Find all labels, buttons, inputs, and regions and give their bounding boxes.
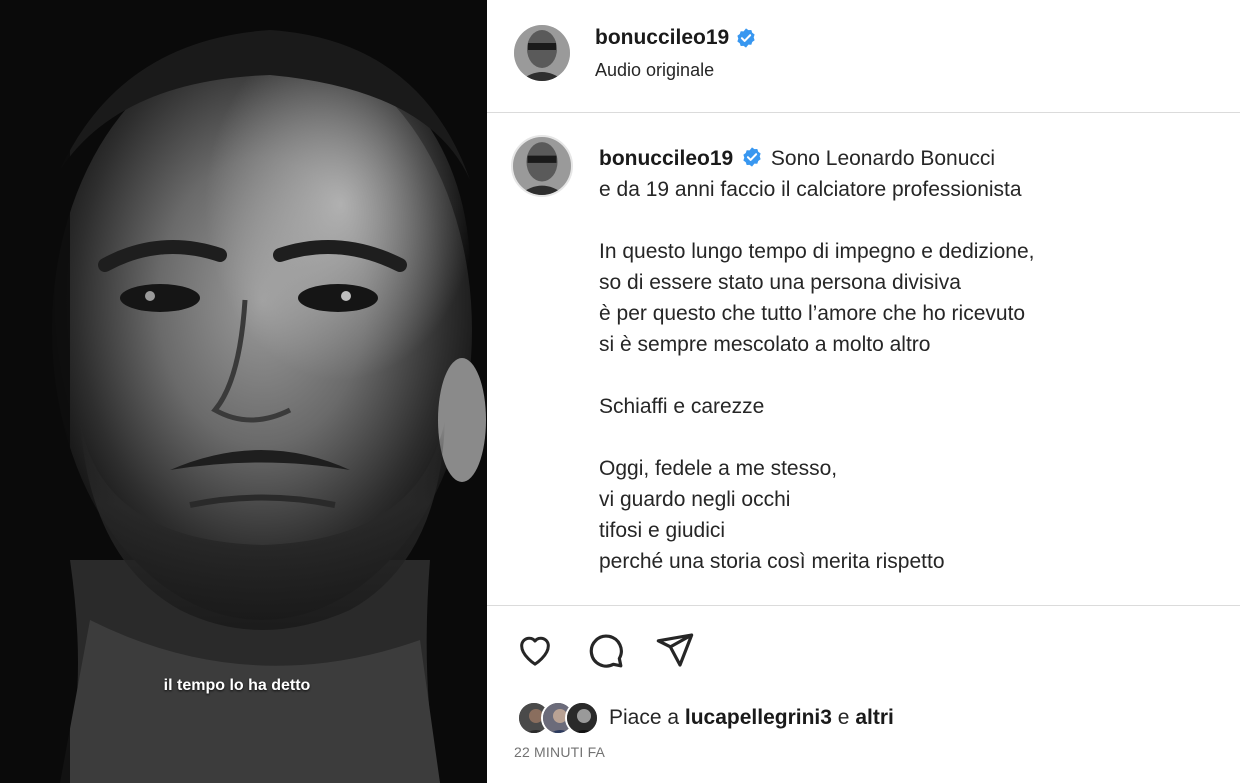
comment-button[interactable] bbox=[584, 629, 626, 671]
caption-username[interactable]: bonuccileo19 bbox=[599, 147, 733, 170]
caption-line: Sono Leonardo Bonucci bbox=[770, 147, 996, 170]
likes-prefix: Piace a bbox=[609, 706, 680, 729]
share-icon bbox=[656, 633, 694, 667]
likes-others-link[interactable]: altri bbox=[855, 706, 894, 729]
likes-summary: Piace a lucapellegrini3 e altri bbox=[609, 706, 894, 730]
post-media[interactable]: il tempo lo ha detto bbox=[0, 0, 487, 783]
caption-line: è per questo che tutto l’amore che ho ri… bbox=[599, 302, 1026, 325]
post-header: bonuccileo19 Audio originale bbox=[487, 0, 1240, 113]
caption-line: si è sempre mescolato a molto altro bbox=[599, 333, 931, 356]
caption-line: so di essere stato una persona divisiva bbox=[599, 271, 961, 294]
video-subtitle: il tempo lo ha detto bbox=[163, 677, 311, 694]
share-button[interactable] bbox=[654, 629, 696, 671]
likes-row: Piace a lucapellegrini3 e altri bbox=[517, 700, 894, 736]
caption-line: Schiaffi e carezze bbox=[599, 395, 765, 418]
liker-avatar bbox=[565, 701, 599, 735]
liker-avatars[interactable] bbox=[517, 701, 599, 735]
header-username[interactable]: bonuccileo19 bbox=[595, 26, 757, 50]
verified-badge-icon bbox=[743, 147, 761, 167]
caption-section: bonuccileo19 Sono Leonardo Bonucci e da … bbox=[487, 113, 1240, 606]
liker-username[interactable]: lucapellegrini3 bbox=[685, 706, 832, 729]
comment-icon bbox=[589, 634, 623, 668]
username-text[interactable]: bonuccileo19 bbox=[595, 26, 729, 50]
post-details-panel: bonuccileo19 Audio originale bonuccileo1… bbox=[487, 0, 1240, 783]
caption-line: tifosi e giudici bbox=[599, 519, 726, 542]
caption-avatar[interactable] bbox=[511, 135, 573, 197]
portrait-image bbox=[0, 0, 487, 783]
caption-line: Oggi, fedele a me stesso, bbox=[599, 457, 838, 480]
caption-text: bonuccileo19 Sono Leonardo Bonucci e da … bbox=[599, 143, 1219, 577]
caption-line: In questo lungo tempo di impegno e dediz… bbox=[599, 240, 1035, 263]
caption-line: vi guardo negli occhi bbox=[599, 488, 791, 511]
likes-joiner: e bbox=[837, 706, 850, 729]
caption-line: perché una storia così merita rispetto bbox=[599, 550, 945, 573]
heart-icon bbox=[520, 636, 550, 666]
avatar[interactable] bbox=[514, 25, 570, 81]
audio-link[interactable]: Audio originale bbox=[595, 60, 714, 81]
post-timestamp[interactable]: 22 MINUTI FA bbox=[514, 744, 605, 760]
caption-line: e da 19 anni faccio il calciatore profes… bbox=[599, 178, 1022, 201]
like-button[interactable] bbox=[514, 629, 556, 671]
verified-badge-icon bbox=[737, 28, 755, 48]
action-bar bbox=[514, 628, 696, 672]
